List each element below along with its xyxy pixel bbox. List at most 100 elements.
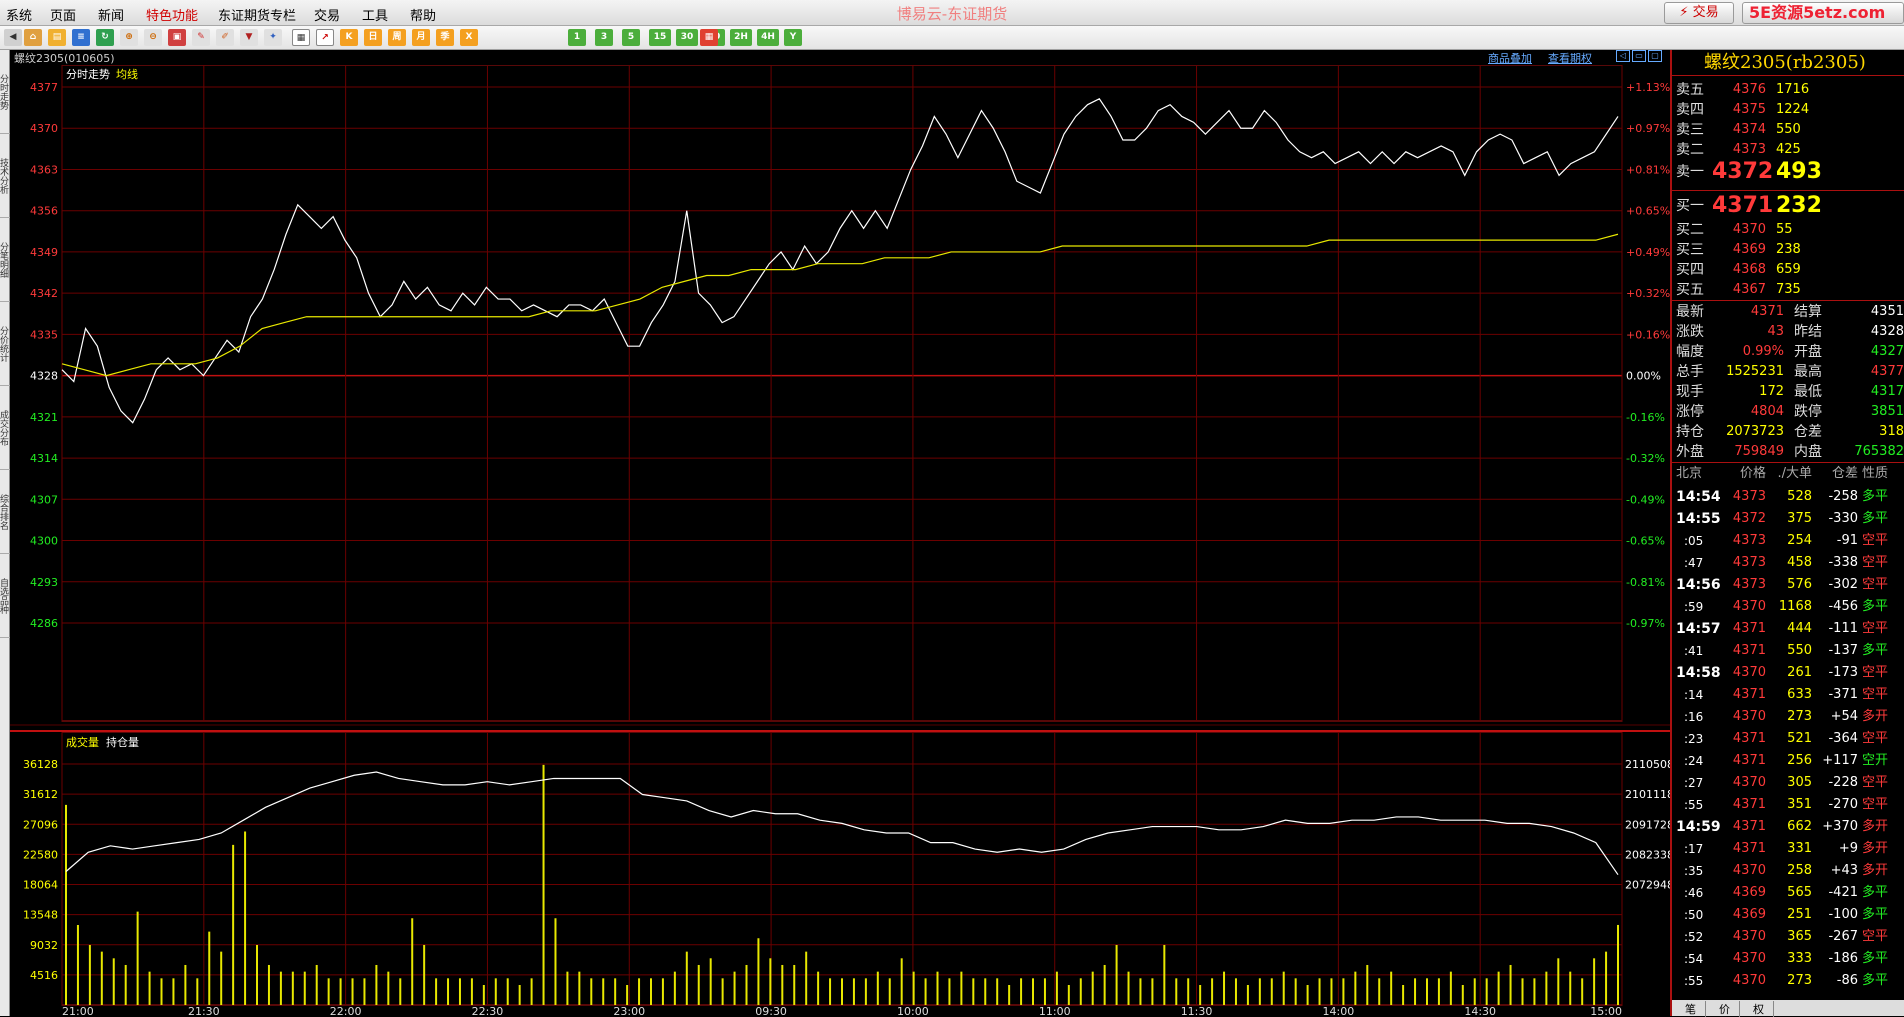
quote-price: 4375 [1732,102,1766,117]
table-icon[interactable]: ▦ [292,29,310,46]
tick-price: 4370 [1732,929,1766,944]
folder-icon[interactable]: ▤ [48,29,66,46]
tick-price: 4370 [1732,951,1766,966]
avg-legend: 均线 [116,67,138,81]
tick-row: 14:55 4372 375 -330 多平 [1672,508,1904,530]
quote-volume: 735 [1776,282,1801,297]
divider [1672,190,1904,191]
oi-tick-label: 2110508 [1625,758,1670,771]
stat-value: 1525231 [1726,364,1784,379]
period-button[interactable]: 2H [730,29,752,46]
list-icon[interactable]: ≡ [72,29,90,46]
pct-tick-label: +0.32% [1626,287,1670,300]
day-icon[interactable]: 日 [364,29,382,46]
quote-volume: 659 [1776,262,1801,277]
period-button[interactable]: 5 [622,29,640,46]
tick-volume: 550 [1787,643,1812,658]
stat-value: 4371 [1750,304,1784,319]
quote-label: 买三 [1676,242,1704,258]
week-icon[interactable]: 周 [388,29,406,46]
footer-tab[interactable]: 价 [1710,1001,1740,1017]
menu-item[interactable]: 帮助 [410,5,436,24]
pct-tick-label: -0.81% [1626,576,1665,589]
menu-item[interactable]: 交易 [314,5,340,24]
volume-tick-label: 31612 [23,788,58,801]
refresh-icon[interactable]: ↻ [96,29,114,46]
tick-price: 4370 [1732,973,1766,988]
quote-row: 卖二 4373 425 [1672,140,1904,160]
side-tab[interactable]: 成交分布 [0,386,10,470]
trade-button[interactable]: ⚡ 交易 [1664,2,1734,24]
stat-label: 跌停 [1794,404,1822,420]
stat-label: 持仓 [1676,424,1704,440]
window-restore-icon[interactable]: ▭ [1632,50,1646,62]
zoom-out-icon[interactable]: ⊖ [144,29,162,46]
price-tick-label: 4356 [30,205,58,218]
window-max-icon[interactable]: ▢ [1648,50,1662,62]
tick-oi-diff: -456 [1828,599,1858,614]
menu-item[interactable]: 新闻 [98,5,124,24]
intraday-chart[interactable]: 4377 +1.13% 4370 +0.97% 4363 +0.81% 4356 +0.65%… [10,65,1670,1016]
menu-item[interactable]: 特色功能 [146,5,198,24]
volume-legend: 成交量 [66,735,99,749]
stat-label: 结算 [1794,304,1822,320]
tick-row: 14:57 4371 444 -111 空平 [1672,618,1904,640]
home-icon[interactable]: ⌂ [24,29,42,46]
overlay-link[interactable]: 商品叠加 [1488,50,1532,66]
chart-title: 螺纹2305(010605) [14,52,115,65]
tick-volume: 458 [1787,555,1812,570]
menu-item[interactable]: 系统 [6,5,32,24]
side-tab[interactable]: 自选品种 [0,554,10,638]
tick-oi-diff: -111 [1828,621,1858,636]
tick-row: :50 4369 251 -100 多平 [1672,904,1904,926]
tick-oi-diff: -137 [1828,643,1858,658]
option-link[interactable]: 查看期权 [1548,50,1592,66]
month-icon[interactable]: 月 [412,29,430,46]
pen-icon[interactable]: ✎ [192,29,210,46]
period-button[interactable]: 30 [676,29,698,46]
quote-row: 卖四 4375 1224 [1672,100,1904,120]
tick-volume: 528 [1787,489,1812,504]
tick-price: 4370 [1732,665,1766,680]
filter-icon[interactable]: ▼ [240,29,258,46]
menu-item[interactable]: 东证期货专栏 [218,5,296,24]
menu-item[interactable]: 页面 [50,5,76,24]
calculator-icon[interactable]: ▦ [700,29,718,46]
tick-row: :54 4370 333 -186 多平 [1672,948,1904,970]
kline-icon[interactable]: K [340,29,358,46]
tick-row: :14 4371 633 -371 空平 [1672,684,1904,706]
tools-icon[interactable]: ✦ [264,29,282,46]
oi-tick-label: 2101118 [1625,788,1670,801]
side-tab[interactable]: 分笔明细 [0,218,10,302]
quote-row: 买一 4371 232 [1672,195,1904,217]
period-button[interactable]: 1 [568,29,586,46]
window-icon[interactable]: ▣ [168,29,186,46]
draw-icon[interactable]: ✐ [216,29,234,46]
tick-oi-diff: +43 [1830,863,1858,878]
period-button[interactable]: 4H [757,29,779,46]
footer-tab[interactable]: 笔 [1676,1001,1706,1017]
menu-item[interactable]: 工具 [362,5,388,24]
window-prev-icon[interactable]: ◁ [1616,50,1630,62]
period-button[interactable]: Y [784,29,802,46]
tick-nature: 空平 [1862,731,1889,746]
quarter-icon[interactable]: 季 [436,29,454,46]
tick-row: :55 4370 273 -86 多平 [1672,970,1904,992]
period-button[interactable]: 3 [595,29,613,46]
period-button[interactable]: 15 [649,29,671,46]
zoom-in-icon[interactable]: ⊕ [120,29,138,46]
tick-price: 4369 [1732,885,1766,900]
footer-tab[interactable]: 权 [1744,1001,1774,1017]
side-tab[interactable]: 综合排名 [0,470,10,554]
stat-value: 318 [1879,424,1904,439]
trend-chart-icon[interactable]: ↗ [316,29,334,46]
volume-tick-label: 9032 [30,939,58,952]
year-icon[interactable]: X [460,29,478,46]
quote-price: 4370 [1732,222,1766,237]
side-tab[interactable]: 分价统计 [0,302,10,386]
tick-oi-diff: -338 [1828,555,1858,570]
tick-nature: 空平 [1862,577,1889,592]
side-tab[interactable]: 分时走势 [0,50,10,134]
side-tab[interactable]: 技术分析 [0,134,10,218]
back-icon[interactable]: ◀ [4,29,22,46]
